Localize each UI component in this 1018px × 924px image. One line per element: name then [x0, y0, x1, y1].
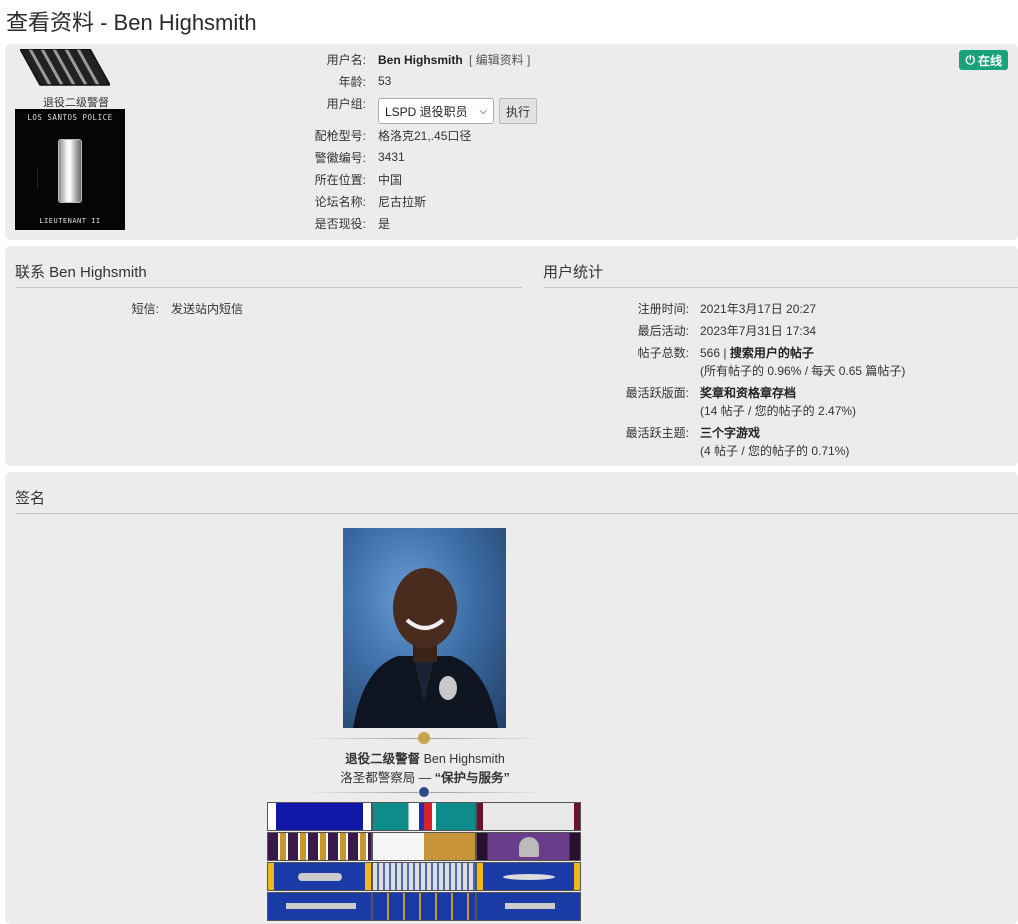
profile-panel: 退役二级警督 LOS SANTOS POLICE LIEUTENANT II 用…: [5, 44, 1018, 240]
page-title: 查看资料 - Ben Highsmith: [6, 10, 257, 35]
ribbon-smg: [476, 892, 582, 921]
posts-value: 566 | 搜索用户的帖子: [700, 344, 814, 361]
active-topic-value[interactable]: 三个字游戏: [700, 426, 760, 440]
age-row: 年龄: 53: [295, 72, 695, 90]
ribbon-silver-maroon: [476, 802, 582, 831]
search-user-posts-link[interactable]: 搜索用户的帖子: [730, 346, 814, 360]
joined-value: 2021年3月17日 20:27: [700, 302, 817, 316]
signature-heading: 签名: [15, 490, 46, 507]
last-active-label: 最后活动:: [637, 324, 689, 338]
group-row: 用户组: LSPD 退役职员 ⌵ 执行: [295, 94, 695, 124]
signature-dept: 洛圣都警察局 —: [340, 771, 432, 785]
rank-title: 退役二级警督: [43, 97, 109, 109]
ribbon-wings: [476, 862, 582, 891]
badge-number-label: 警徽编号:: [314, 150, 366, 165]
contact-heading: 联系 Ben Highsmith: [15, 264, 147, 281]
username-value: Ben Highsmith: [378, 52, 463, 67]
badge-number-row: 警徽编号: 3431: [295, 148, 695, 166]
active-duty-value: 是: [378, 216, 391, 231]
weapon-value: 格洛克21,.45口径: [378, 128, 472, 143]
active-duty-row: 是否现役: 是: [295, 214, 695, 232]
helmet-icon: [519, 837, 540, 857]
signature-name: Ben Highsmith: [423, 752, 505, 766]
badge-seal-icon: [418, 732, 430, 744]
location-row: 所在位置: 中国: [295, 170, 695, 188]
active-topic-label: 最活跃主题:: [625, 426, 689, 440]
ribbon-blue: [267, 802, 372, 831]
signature-line-1: 退役二级警督 Ben Highsmith: [305, 748, 545, 767]
weapon-row: 配枪型号: 格洛克21,.45口径: [295, 126, 695, 144]
signature-line-2: 洛圣都警察局 — “保护与服务”: [305, 767, 545, 786]
username-label: 用户名:: [326, 52, 366, 67]
ribbon-purple-gold: [267, 832, 372, 861]
active-topic-link[interactable]: 三个字游戏: [700, 424, 760, 441]
location-value: 中国: [378, 172, 403, 187]
group-label: 用户组:: [326, 96, 366, 111]
helicopter-icon: [298, 873, 342, 881]
stats-heading: 用户统计: [543, 264, 604, 281]
lieutenant-bar-icon: [58, 139, 82, 203]
badge-bottom-text: LIEUTENANT II: [39, 217, 101, 225]
user-group-select[interactable]: LSPD 退役职员 ⌵: [378, 98, 494, 124]
forum-name-row: 论坛名称: 尼古拉斯: [295, 192, 695, 210]
last-active-value: 2023年7月31日 17:34: [700, 324, 817, 338]
joined-label: 注册时间:: [637, 302, 689, 316]
posts-separator: |: [723, 346, 727, 360]
signature-divider: [15, 513, 1018, 514]
online-label: 在线: [977, 53, 1002, 68]
power-icon: ⏻: [965, 52, 975, 67]
active-forum-detail: (14 帖子 / 您的帖子的 2.47%): [700, 404, 857, 418]
age-value: 53: [378, 74, 392, 88]
active-forum-label: 最活跃版面:: [625, 386, 689, 400]
ribbon-striped-blue: [371, 862, 477, 891]
edit-profile-link[interactable]: [ 编辑资料 ]: [469, 53, 530, 67]
ribbon-rack: [267, 802, 582, 922]
contact-stats-panel: 联系 Ben Highsmith 短信: 发送站内短信 用户统计 注册时间: 2…: [5, 246, 1018, 466]
rank-insignia-image: LOS SANTOS POLICE LIEUTENANT II: [15, 109, 125, 230]
ribbon-white-gold: [371, 832, 477, 861]
badge-top-text: LOS SANTOS POLICE: [27, 113, 113, 122]
ribbon-rifle: [267, 892, 372, 921]
location-label: 所在位置:: [314, 172, 366, 187]
forum-name-value: 尼古拉斯: [378, 194, 427, 209]
weapon-label: 配枪型号:: [314, 128, 366, 143]
chevron-down-icon: ⌵: [479, 105, 487, 117]
ribbon-teal-tricolor: [371, 802, 477, 831]
execute-button[interactable]: 执行: [499, 98, 538, 124]
active-forum-link[interactable]: 奖章和资格章存档: [700, 384, 796, 401]
scales-icon: [37, 167, 51, 189]
pm-label: 短信:: [131, 302, 159, 316]
ribbon-purple-helmet: [476, 832, 582, 861]
posts-label: 帖子总数:: [637, 346, 689, 360]
wings-icon: [503, 874, 556, 880]
smg-icon: [505, 903, 556, 909]
ribbon-helicopter: [267, 862, 372, 891]
age-label: 年龄:: [338, 74, 366, 89]
contact-divider: [15, 287, 522, 288]
user-group-selected-value: LSPD 退役职员: [385, 104, 468, 119]
posts-detail: (所有帖子的 0.96% / 每天 0.65 篇帖子): [700, 364, 906, 378]
signature-rank: 退役二级警督: [345, 752, 421, 766]
online-status-badge: ⏻ 在线: [959, 50, 1008, 70]
active-duty-label: 是否现役:: [314, 216, 366, 231]
username-row: 用户名: Ben Highsmith [ 编辑资料 ]: [295, 50, 695, 68]
forum-name-label: 论坛名称:: [314, 194, 366, 209]
send-pm-link[interactable]: 发送站内短信: [171, 300, 243, 317]
active-topic-detail: (4 帖子 / 您的帖子的 0.71%): [700, 444, 850, 458]
signature-panel: 签名 退役二级警督 Ben Highsmith 洛圣都警察局 — “保护与服务”: [5, 472, 1018, 924]
stats-divider: [543, 287, 1018, 288]
active-forum-value[interactable]: 奖章和资格章存档: [700, 386, 796, 400]
rank-chevron-icon: [20, 49, 110, 86]
signature-motto: “保护与服务”: [434, 771, 510, 785]
rifle-icon: [286, 903, 356, 909]
badge-number-value: 3431: [378, 150, 405, 164]
posts-count: 566: [700, 346, 721, 360]
department-seal-icon: [418, 786, 430, 798]
officer-portrait-image: [343, 528, 506, 728]
ribbon-blue-gold-stripe: [371, 892, 477, 921]
